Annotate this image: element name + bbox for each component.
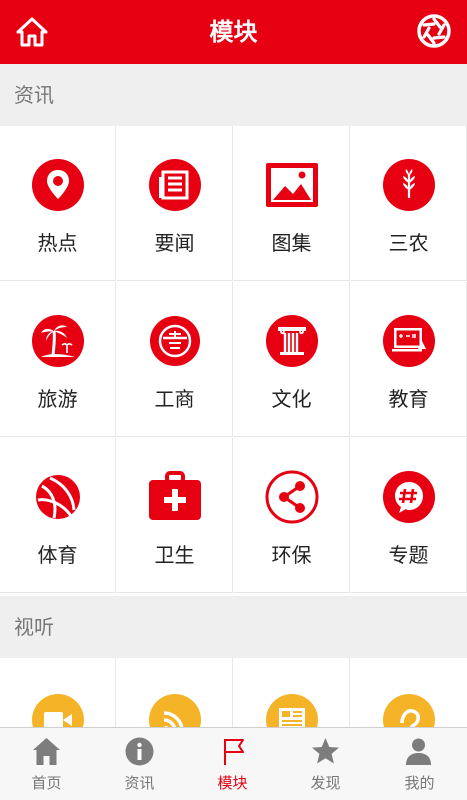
module-label: 要闻 bbox=[154, 231, 195, 255]
tab-label: 我的 bbox=[404, 774, 435, 792]
module-label: 旅游 bbox=[37, 387, 78, 411]
audio-icon bbox=[383, 694, 435, 728]
module-item-commerce[interactable]: 工商 bbox=[117, 282, 233, 437]
star-icon bbox=[312, 738, 339, 764]
info-icon bbox=[125, 737, 154, 766]
bottom-tab-bar: 首页 资讯 模块 发现 我的 bbox=[0, 727, 467, 800]
tab-profile[interactable]: 我的 bbox=[372, 728, 467, 800]
tab-home[interactable]: 首页 bbox=[0, 728, 93, 800]
section-label-media: 视听 bbox=[0, 596, 467, 658]
module-item-video[interactable] bbox=[0, 658, 116, 728]
share-icon bbox=[265, 470, 319, 524]
user-icon bbox=[406, 738, 431, 765]
tab-label: 模块 bbox=[217, 774, 248, 792]
tab-label: 首页 bbox=[31, 774, 62, 792]
module-label: 文化 bbox=[271, 387, 312, 411]
hashtag-icon bbox=[383, 471, 435, 523]
module-item-environment[interactable]: 环保 bbox=[234, 438, 350, 593]
module-item-gallery[interactable]: 图集 bbox=[234, 126, 350, 281]
module-label: 专题 bbox=[388, 543, 429, 567]
module-item-education[interactable]: 教育 bbox=[351, 282, 467, 437]
module-label: 环保 bbox=[271, 543, 312, 567]
module-grid-news: 热点 要闻 图集 三农 旅游 工商 文化 教育 体育 卫生 环保 专题 bbox=[0, 126, 467, 596]
tab-discover[interactable]: 发现 bbox=[279, 728, 372, 800]
video-camera-icon bbox=[32, 694, 84, 728]
tab-label: 发现 bbox=[310, 774, 341, 792]
medical-kit-icon bbox=[149, 471, 201, 520]
location-pin-icon bbox=[32, 159, 84, 211]
section-label-news: 资讯 bbox=[0, 64, 467, 126]
tab-modules[interactable]: 模块 bbox=[186, 728, 279, 800]
module-item-news-card[interactable] bbox=[234, 658, 350, 728]
module-item-agriculture[interactable]: 三农 bbox=[351, 126, 467, 281]
module-item-topics[interactable]: 专题 bbox=[351, 438, 467, 593]
module-item-health[interactable]: 卫生 bbox=[117, 438, 233, 593]
page-title: 模块 bbox=[209, 18, 258, 46]
module-label: 热点 bbox=[37, 231, 78, 255]
module-item-culture[interactable]: 文化 bbox=[234, 282, 350, 437]
wheat-icon bbox=[383, 159, 435, 211]
module-item-rss[interactable] bbox=[117, 658, 233, 728]
blackboard-icon bbox=[383, 315, 435, 367]
home-icon bbox=[33, 738, 60, 765]
ball-icon bbox=[36, 475, 80, 519]
palm-tree-icon bbox=[32, 315, 84, 367]
module-label: 体育 bbox=[37, 543, 78, 567]
tab-label: 资讯 bbox=[124, 774, 155, 792]
aperture-icon[interactable] bbox=[417, 14, 451, 48]
app-header: 模块 bbox=[0, 0, 467, 64]
module-label: 教育 bbox=[388, 387, 429, 411]
pillar-icon bbox=[266, 315, 318, 367]
flag-icon bbox=[224, 739, 244, 765]
module-grid-media bbox=[0, 658, 467, 728]
module-item-audio[interactable] bbox=[351, 658, 467, 728]
module-label: 工商 bbox=[154, 387, 195, 411]
news-card-icon bbox=[266, 694, 318, 728]
tab-news[interactable]: 资讯 bbox=[93, 728, 186, 800]
module-label: 图集 bbox=[271, 231, 312, 255]
module-label: 三农 bbox=[388, 231, 429, 255]
module-item-hot[interactable]: 热点 bbox=[0, 126, 116, 281]
picture-icon bbox=[266, 163, 318, 207]
rss-icon bbox=[149, 694, 201, 728]
module-item-travel[interactable]: 旅游 bbox=[0, 282, 116, 437]
newspaper-icon bbox=[149, 159, 201, 211]
module-item-sports[interactable]: 体育 bbox=[0, 438, 116, 593]
module-item-headlines[interactable]: 要闻 bbox=[117, 126, 233, 281]
module-label: 卫生 bbox=[154, 543, 195, 567]
coin-icon bbox=[150, 316, 200, 366]
